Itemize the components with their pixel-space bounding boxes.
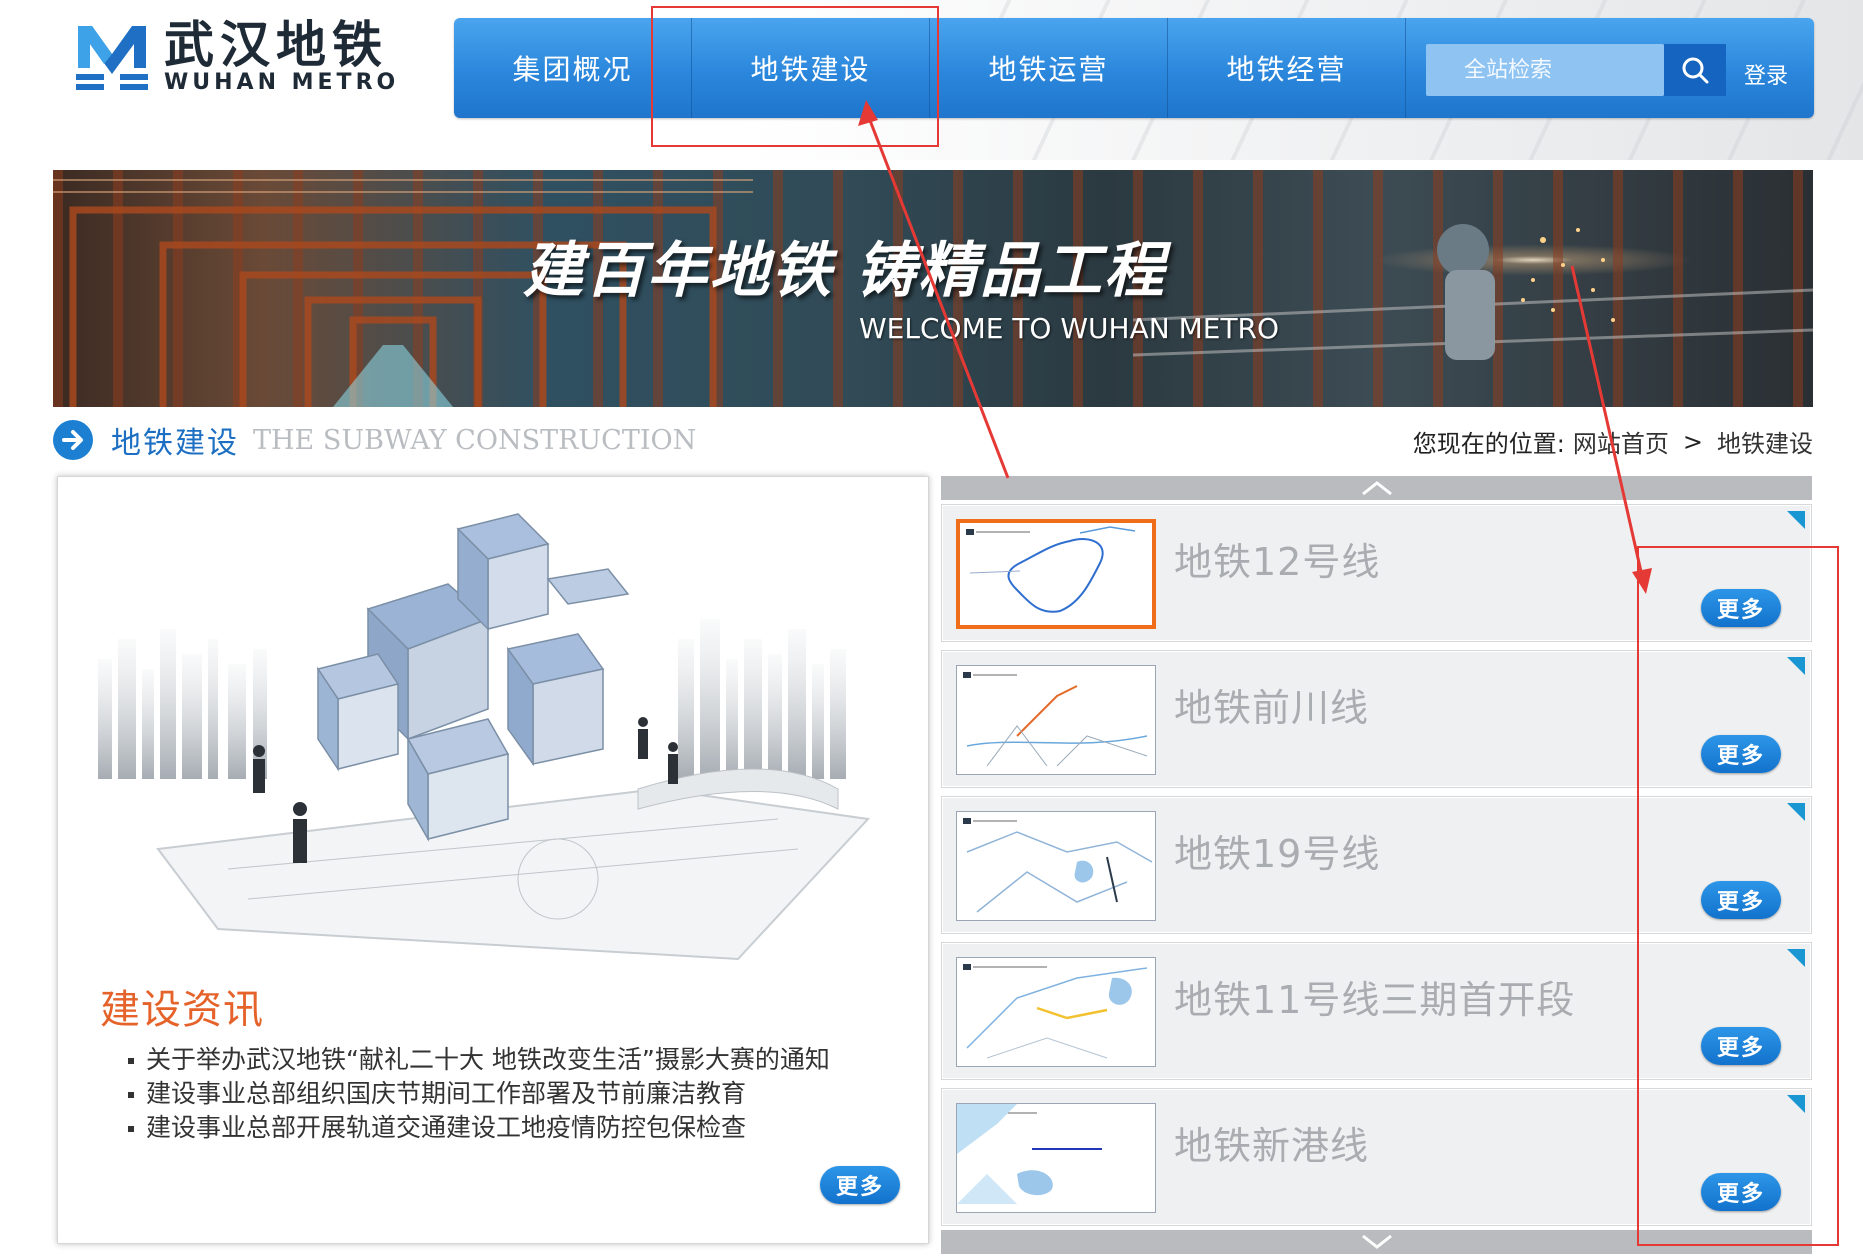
annotation-arrows <box>858 100 1652 594</box>
